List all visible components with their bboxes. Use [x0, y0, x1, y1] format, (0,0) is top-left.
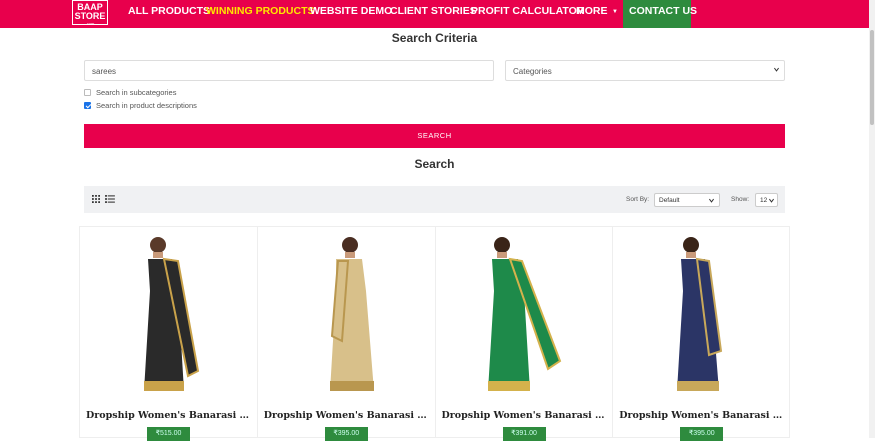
- results-toolbar: Sort By: Default Show: 12: [84, 186, 785, 213]
- product-price: ₹395.00: [680, 427, 724, 441]
- page-scrollbar[interactable]: [869, 0, 875, 438]
- logo-sub: .com: [85, 21, 95, 26]
- descriptions-label: Search in product descriptions: [96, 101, 197, 110]
- product-card[interactable]: Dropship Women's Banarasi Silk Saree ₹39…: [612, 226, 790, 441]
- product-name[interactable]: Dropship Women's Banarasi Silk Saree: [86, 410, 252, 421]
- product-name[interactable]: Dropship Women's Banarasi Silk Saree: [264, 410, 430, 421]
- show-select-value: 12: [760, 197, 768, 204]
- category-select-value: Categories: [513, 67, 552, 76]
- nav-more[interactable]: MORE: [576, 0, 608, 28]
- product-card[interactable]: Dropship Women's Banarasi Silk Saree ₹39…: [434, 226, 613, 441]
- nav-profit-calculator[interactable]: PROFIT CALCULATOR: [471, 0, 584, 28]
- product-image[interactable]: [292, 231, 402, 403]
- store-logo[interactable]: BAAP STORE .com: [72, 0, 108, 26]
- category-select[interactable]: Categories: [505, 60, 785, 81]
- product-name[interactable]: Dropship Women's Banarasi Silk Saree: [619, 410, 785, 421]
- product-name[interactable]: Dropship Women's Banarasi Silk Saree: [442, 410, 608, 421]
- chevron-down-icon: [769, 198, 774, 203]
- sort-select-value: Default: [659, 197, 680, 204]
- product-card[interactable]: Dropship Women's Banarasi Silk Saree ₹51…: [79, 226, 257, 441]
- chevron-down-icon: [709, 198, 714, 203]
- scrollbar-thumb[interactable]: [870, 30, 874, 125]
- descriptions-checkbox[interactable]: [84, 102, 91, 109]
- chevron-down-icon: [774, 67, 779, 72]
- descriptions-option[interactable]: Search in product descriptions: [84, 101, 197, 110]
- nav-client-stories[interactable]: CLIENT STORIES: [390, 0, 477, 28]
- nav-winning-products[interactable]: WINNING PRODUCTS: [206, 0, 315, 28]
- product-price: ₹515.00: [147, 427, 190, 441]
- show-select[interactable]: 12: [755, 193, 778, 207]
- list-view-icon[interactable]: [105, 195, 115, 203]
- grid-view-icon[interactable]: [92, 195, 100, 203]
- product-image[interactable]: [647, 231, 757, 403]
- product-card[interactable]: Dropship Women's Banarasi Silk Saree ₹39…: [256, 226, 435, 441]
- product-price: ₹395.00: [324, 427, 368, 441]
- top-navbar: BAAP STORE .com ALL PRODUCTS WINNING PRO…: [0, 0, 869, 28]
- subcategories-label: Search in subcategories: [96, 88, 177, 97]
- search-input[interactable]: sarees: [84, 60, 494, 81]
- sort-by-label: Sort By:: [626, 196, 650, 203]
- search-button[interactable]: SEARCH: [84, 124, 785, 148]
- product-grid: Dropship Women's Banarasi Silk Saree ₹51…: [79, 226, 790, 441]
- nav-website-demo[interactable]: WEBSITE DEMO: [310, 0, 392, 28]
- product-image[interactable]: [114, 231, 224, 403]
- show-label: Show:: [731, 196, 750, 203]
- sort-select[interactable]: Default: [654, 193, 720, 207]
- product-image[interactable]: [470, 231, 580, 403]
- subcategories-option[interactable]: Search in subcategories: [84, 88, 176, 97]
- search-criteria-title: Search Criteria: [391, 31, 478, 45]
- subcategories-checkbox[interactable]: [84, 89, 91, 96]
- chevron-down-icon[interactable]: ▼: [612, 9, 618, 15]
- nav-contact-us[interactable]: CONTACT US: [623, 0, 697, 28]
- logo-line-2: STORE: [74, 11, 106, 21]
- product-price: ₹391.00: [502, 427, 546, 441]
- nav-all-products[interactable]: ALL PRODUCTS: [128, 0, 210, 28]
- search-results-title: Search: [414, 157, 455, 171]
